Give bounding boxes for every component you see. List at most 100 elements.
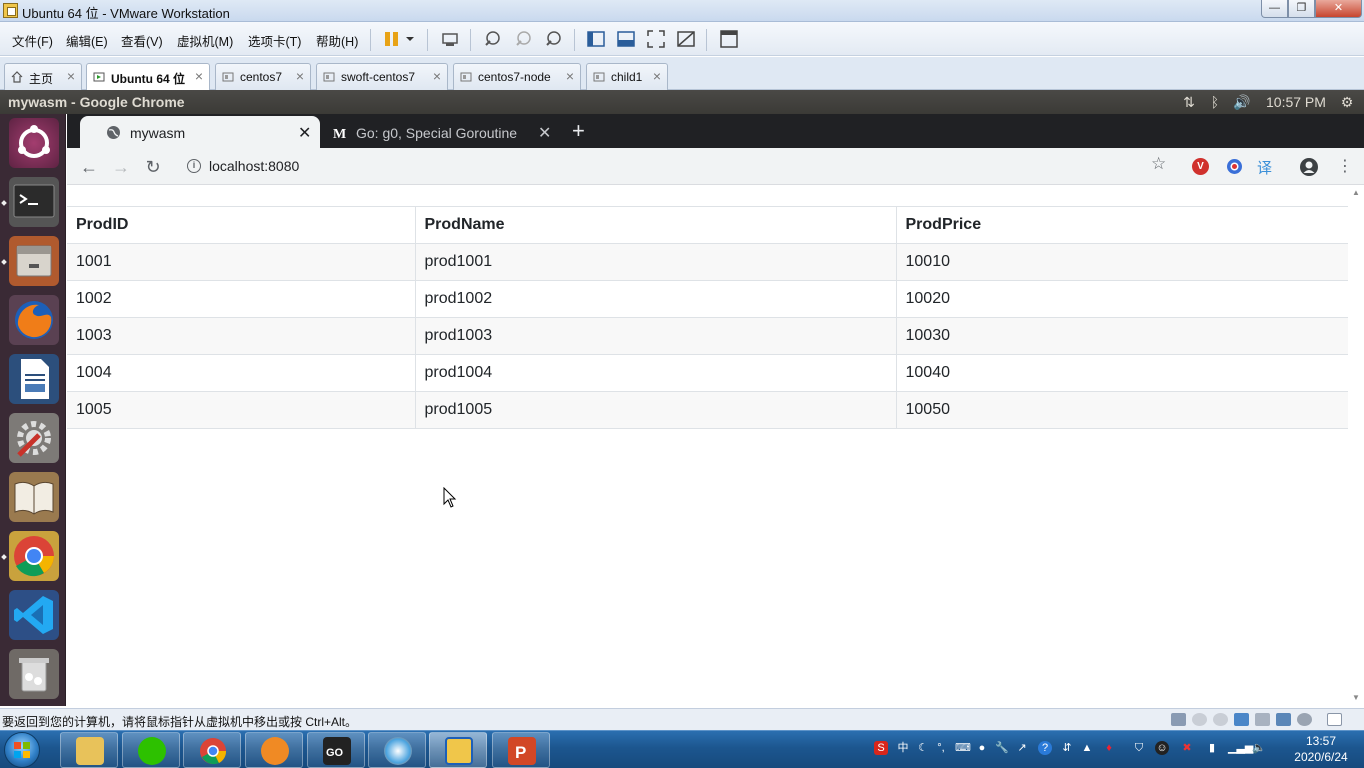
settings-icon[interactable] (9, 413, 59, 463)
volume-icon[interactable]: 🔊 (1233, 93, 1251, 111)
menu-help[interactable]: 帮助(H) (316, 31, 358, 50)
close-button[interactable]: ✕ (1315, 0, 1362, 18)
files-icon[interactable] (9, 236, 59, 286)
help-icon[interactable]: ? (1038, 741, 1052, 755)
tab-centos7[interactable]: centos7 × (215, 63, 311, 90)
close-icon[interactable]: × (67, 68, 75, 84)
menu-kebab-icon[interactable]: ⋮ (1337, 156, 1353, 176)
profile-icon[interactable] (1299, 157, 1319, 177)
fullscreen-icon[interactable] (646, 29, 666, 49)
snapshot-manager-icon[interactable] (543, 29, 563, 49)
qq-icon[interactable]: ☺ (1155, 741, 1169, 755)
close-icon[interactable]: × (566, 68, 574, 84)
taskbar-goland[interactable]: GO (307, 732, 365, 768)
gear-icon[interactable]: ⚙ (1338, 93, 1356, 111)
pause-icon[interactable] (382, 29, 402, 49)
close-icon[interactable]: ✕ (538, 123, 551, 143)
system-clock[interactable]: 13:57 2020/6/24 (1281, 733, 1361, 765)
moon-icon[interactable]: ☾ (916, 741, 930, 755)
vscode-icon[interactable] (9, 590, 59, 640)
close-icon[interactable]: × (433, 68, 441, 84)
network-switch-icon[interactable]: ⇵ (1060, 741, 1074, 755)
chevron-down-icon[interactable] (403, 29, 423, 49)
taskbar-explorer[interactable] (60, 732, 118, 768)
extension-translate-icon[interactable] (1226, 158, 1243, 175)
extension-fanyi-icon[interactable]: 译 (1257, 157, 1272, 178)
snapshot-icon[interactable] (482, 29, 502, 49)
hard-disk-icon[interactable] (1171, 713, 1186, 726)
tab-centos7-node[interactable]: centos7-node × (453, 63, 581, 90)
terminal-icon[interactable] (9, 177, 59, 227)
wrench-icon[interactable]: 🔧 (995, 741, 1009, 755)
info-icon[interactable]: i (187, 159, 201, 173)
start-button[interactable] (4, 732, 40, 768)
menu-edit[interactable]: 编辑(E) (66, 31, 108, 50)
network-icon[interactable]: ⇅ (1180, 93, 1198, 111)
signal-icon[interactable]: ▁▃▅ (1228, 741, 1253, 755)
tab-ubuntu[interactable]: Ubuntu 64 位 × (86, 63, 210, 91)
punctuation-icon[interactable]: °, (934, 741, 948, 755)
library-view-icon[interactable] (586, 29, 606, 49)
thumbnail-view-icon[interactable] (719, 29, 739, 49)
scroll-up-icon[interactable]: ▲ (1352, 188, 1360, 197)
tray-app-icon[interactable]: ♦ (1102, 741, 1116, 755)
console-view-icon[interactable] (616, 29, 636, 49)
extension-v-icon[interactable]: V (1192, 158, 1209, 175)
show-hidden-icons[interactable]: ▲ (1080, 741, 1094, 755)
ime-mode[interactable]: 中 (896, 741, 910, 755)
back-icon[interactable]: ← (78, 156, 100, 178)
taskbar-app-swirl[interactable] (368, 732, 426, 768)
reader-icon[interactable] (9, 472, 59, 522)
close-icon[interactable]: ✕ (298, 123, 311, 143)
chrome-tab-mywasm[interactable]: mywasm ✕ (80, 116, 320, 148)
sound-icon[interactable] (1297, 713, 1312, 726)
tab-swoft-centos7[interactable]: swoft-centos7 × (316, 63, 448, 90)
revert-snapshot-icon[interactable] (513, 29, 533, 49)
cd-icon[interactable] (1192, 713, 1207, 726)
tab-child1[interactable]: child1 × (586, 63, 668, 90)
usb-icon[interactable] (1276, 713, 1291, 726)
minimize-button[interactable]: — (1261, 0, 1288, 18)
bluetooth-icon[interactable]: ᛒ (1206, 93, 1224, 111)
sogou-ime-icon[interactable]: S (874, 741, 888, 755)
trash-icon[interactable] (9, 649, 59, 699)
menu-view[interactable]: 查看(V) (121, 31, 163, 50)
close-icon[interactable]: × (195, 68, 203, 84)
keyboard-icon[interactable]: ⌨ (955, 741, 971, 755)
writer-icon[interactable] (9, 354, 59, 404)
taskbar-vmware[interactable] (429, 732, 487, 768)
cd-icon[interactable] (1213, 713, 1228, 726)
maximize-button[interactable]: ❐ (1288, 0, 1315, 18)
close-icon[interactable]: × (296, 68, 304, 84)
message-icon[interactable] (1327, 713, 1342, 726)
taskbar-powerpoint[interactable]: P (492, 732, 550, 768)
shield-icon[interactable]: ⛉ (1132, 741, 1146, 755)
tab-home[interactable]: 主页 × (4, 63, 82, 90)
external-icon[interactable]: ↗ (1015, 741, 1029, 755)
menu-tabs[interactable]: 选项卡(T) (248, 31, 301, 50)
volume-icon[interactable]: 🔈 (1252, 741, 1266, 755)
url-text[interactable]: localhost:8080 (209, 158, 299, 174)
chrome-icon[interactable] (9, 531, 59, 581)
scroll-down-icon[interactable]: ▼ (1352, 693, 1360, 702)
menu-file[interactable]: 文件(F) (12, 31, 53, 50)
reload-icon[interactable]: ↻ (142, 156, 164, 178)
send-ctrl-alt-del-icon[interactable] (440, 29, 460, 49)
taskbar-app-orange[interactable] (245, 732, 303, 768)
page-scrollbar[interactable]: ▲ ▼ (1349, 186, 1364, 706)
close-icon[interactable]: × (653, 68, 661, 84)
chrome-tab-go[interactable]: M Go: g0, Special Goroutine ✕ (320, 116, 560, 148)
new-tab-button[interactable]: + (572, 118, 585, 144)
ubuntu-dash-icon[interactable] (9, 118, 59, 168)
unity-mode-icon[interactable] (676, 29, 696, 49)
firefox-icon[interactable] (9, 295, 59, 345)
network-adapter-icon[interactable] (1234, 713, 1249, 726)
menu-vm[interactable]: 虚拟机(M) (177, 31, 233, 50)
forward-icon[interactable]: → (110, 156, 132, 178)
taskbar-wechat[interactable] (122, 732, 180, 768)
panel-clock[interactable]: 10:57 PM (1266, 94, 1326, 110)
user-icon[interactable]: ● (975, 741, 989, 755)
battery-icon[interactable]: ▮ (1205, 741, 1219, 755)
taskbar-chrome[interactable] (183, 732, 241, 768)
address-bar[interactable]: i localhost:8080 ☆ (175, 151, 1175, 181)
